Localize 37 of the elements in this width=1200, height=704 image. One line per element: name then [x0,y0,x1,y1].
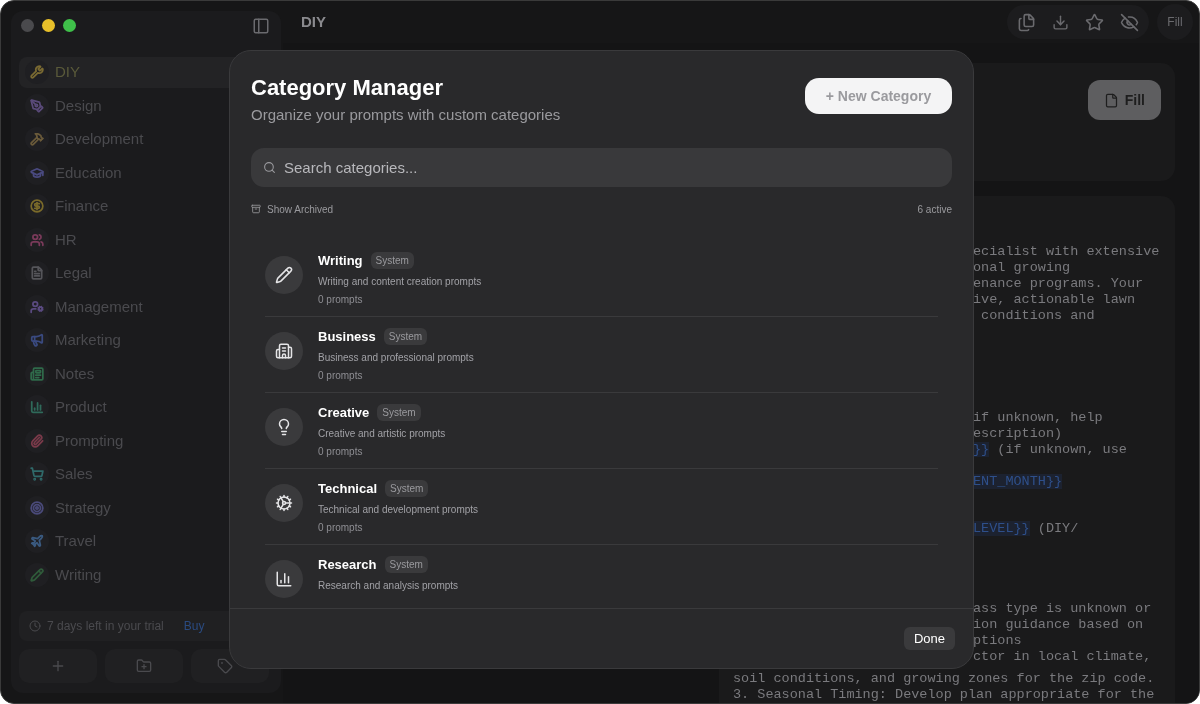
code-line: ctor in local climate, [973,649,1153,665]
prompt-count: 0 prompts [318,521,364,535]
category-description: Technical and development prompts [318,503,479,517]
code-line: 3. Seasonal Timing: Develop plan appropriate for the [733,687,1156,703]
category-description: Creative and artistic prompts [318,427,446,441]
category-name: Technical [318,479,377,498]
category-description: Writing and content creation prompts [318,275,482,289]
system-badge: System [377,403,421,421]
code-line: ass type is unknown or [973,601,1153,617]
code-line: soil conditions, and growing zones for the zip code. [733,671,1156,687]
code-line: escription) [973,426,1064,442]
active-count: 6 active [917,202,952,217]
system-badge: System [383,327,428,345]
dialog-subtitle: Organize your prompts with custom categories [251,105,561,125]
code-line: onal growing [973,260,1072,276]
system-badge: System [370,251,414,269]
prompt-count: 0 prompts [318,445,364,459]
category-name: Creative [318,403,370,422]
code-line: ptions [973,633,1023,649]
prompt-count: 0 prompts [318,369,364,383]
window-title: DIY [301,11,326,32]
system-badge: System [385,479,429,497]
code-line: conditions and [980,308,1096,324]
system-badge: System [384,555,428,573]
code-line: }} (if unknown, use [973,442,1128,458]
category-description: Business and professional prompts [318,351,474,365]
prompt-count: 0 prompts [318,293,364,307]
code-line: ion guidance based on [973,617,1145,633]
category-description: Research and analysis prompts [318,579,459,593]
code-line: ive, actionable lawn [973,292,1137,308]
code-line: LEVEL}} (DIY/ [973,521,1080,537]
code-line: enance programs. Your [973,276,1145,292]
category-name: Writing [318,251,363,270]
category-name: Research [318,555,377,574]
code-line: if unknown, help [973,410,1104,426]
category-name: Business [318,327,376,346]
code-line: ecialist with extensive [973,244,1161,260]
